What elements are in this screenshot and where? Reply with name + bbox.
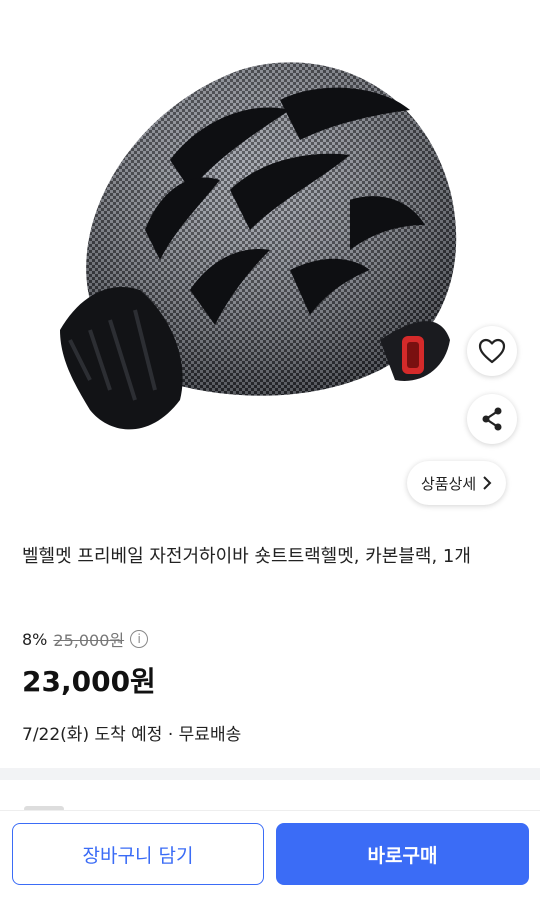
share-button[interactable] [467, 394, 517, 444]
product-image-area[interactable]: 상품상세 [0, 0, 540, 520]
add-to-cart-button[interactable]: 장바구니 담기 [12, 823, 264, 885]
bottom-action-bar: 장바구니 담기 바로구매 [0, 810, 540, 900]
section-divider [0, 768, 540, 780]
sale-price: 23,000원 [22, 665, 156, 698]
wishlist-button[interactable] [467, 326, 517, 376]
buy-now-button[interactable]: 바로구매 [276, 823, 529, 885]
product-title: 벨헬멧 프리베일 자전거하이바 숏트트랙헬멧, 카본블랙, 1개 [22, 546, 471, 567]
chevron-right-icon [483, 476, 492, 490]
heart-icon [478, 338, 506, 364]
original-price: 25,000원 [53, 631, 125, 650]
product-detail-button[interactable]: 상품상세 [407, 461, 507, 505]
product-helmet-image [60, 62, 457, 430]
price-row: 8% 25,000원 i [22, 627, 149, 651]
share-icon [482, 407, 502, 431]
discount-rate: 8% [22, 629, 48, 649]
product-detail-label: 상품상세 [421, 474, 477, 493]
delivery-info: 7/22(화) 도착 예정 · 무료배송 [22, 725, 242, 745]
info-icon[interactable]: i [130, 630, 149, 648]
